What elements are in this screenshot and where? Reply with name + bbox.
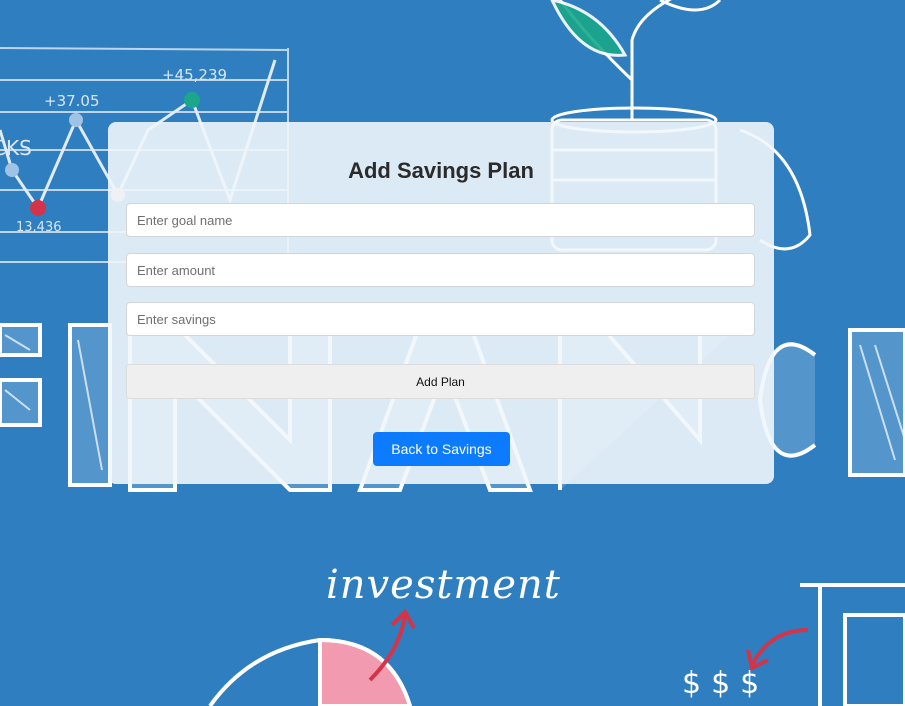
chart-number-mid: +37.05 — [44, 92, 100, 110]
stocks-handwritten-text: CKS — [0, 136, 32, 160]
dollar-symbols-text: $$$ — [682, 666, 770, 701]
page-title: Add Savings Plan — [348, 158, 534, 183]
chart-point-red — [30, 200, 46, 216]
amount-input[interactable] — [126, 253, 755, 287]
investment-handwritten-text: investment — [326, 562, 561, 608]
goal-name-input[interactable] — [126, 203, 755, 237]
add-plan-button[interactable]: Add Plan — [126, 364, 755, 399]
savings-plan-card: Add Savings Plan Add Plan Back to Saving… — [108, 122, 774, 484]
back-to-savings-button[interactable]: Back to Savings — [373, 432, 510, 466]
chart-number-low: 13,436 — [16, 220, 62, 235]
chart-number-top: +45,239 — [162, 66, 228, 84]
chart-point-green — [184, 92, 200, 108]
savings-input[interactable] — [126, 302, 755, 336]
